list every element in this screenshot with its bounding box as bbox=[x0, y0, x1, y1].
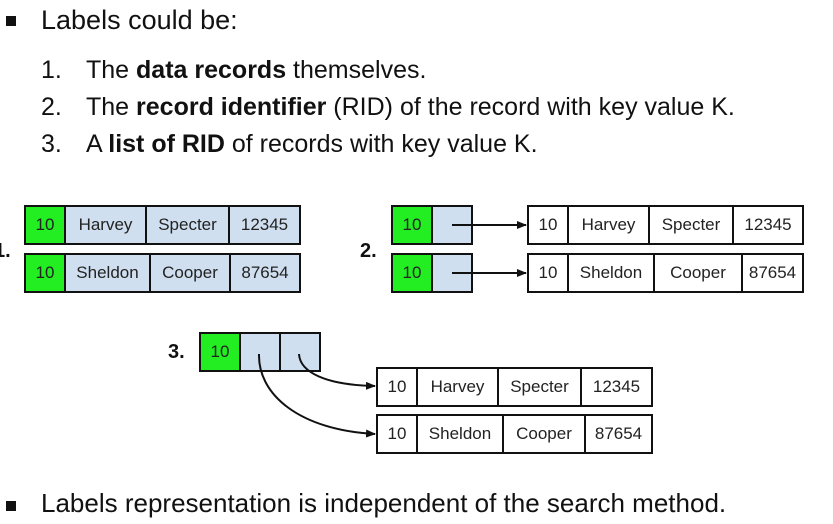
arrow bbox=[298, 353, 376, 390]
footer-text: Labels representation is independent of … bbox=[41, 488, 727, 518]
bullet-icon bbox=[6, 501, 16, 511]
pointer-arrows bbox=[257, 221, 527, 438]
arrow bbox=[257, 353, 376, 438]
